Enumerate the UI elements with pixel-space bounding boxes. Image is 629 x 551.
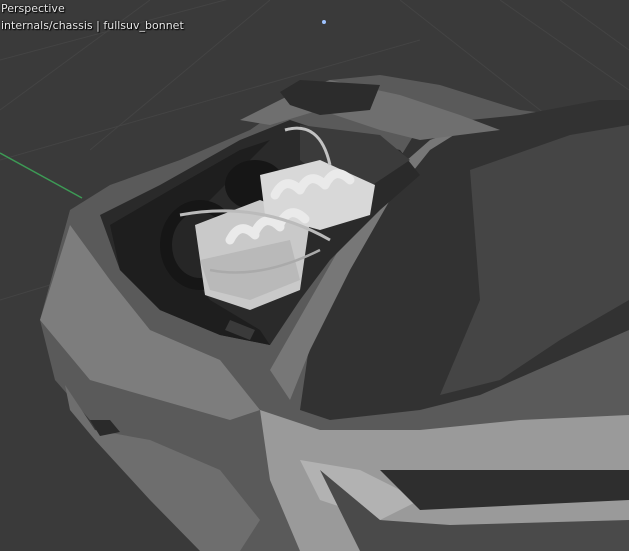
car-body bbox=[40, 75, 629, 551]
3d-viewport[interactable]: Perspective internals/chassis | fullsuv_… bbox=[0, 0, 629, 551]
active-object-label: internals/chassis | fullsuv_bonnet bbox=[1, 19, 184, 32]
y-axis-line bbox=[0, 152, 83, 199]
3d-cursor-icon[interactable] bbox=[322, 20, 326, 24]
scene-render[interactable] bbox=[0, 0, 629, 551]
view-perspective-label: Perspective bbox=[1, 2, 65, 15]
